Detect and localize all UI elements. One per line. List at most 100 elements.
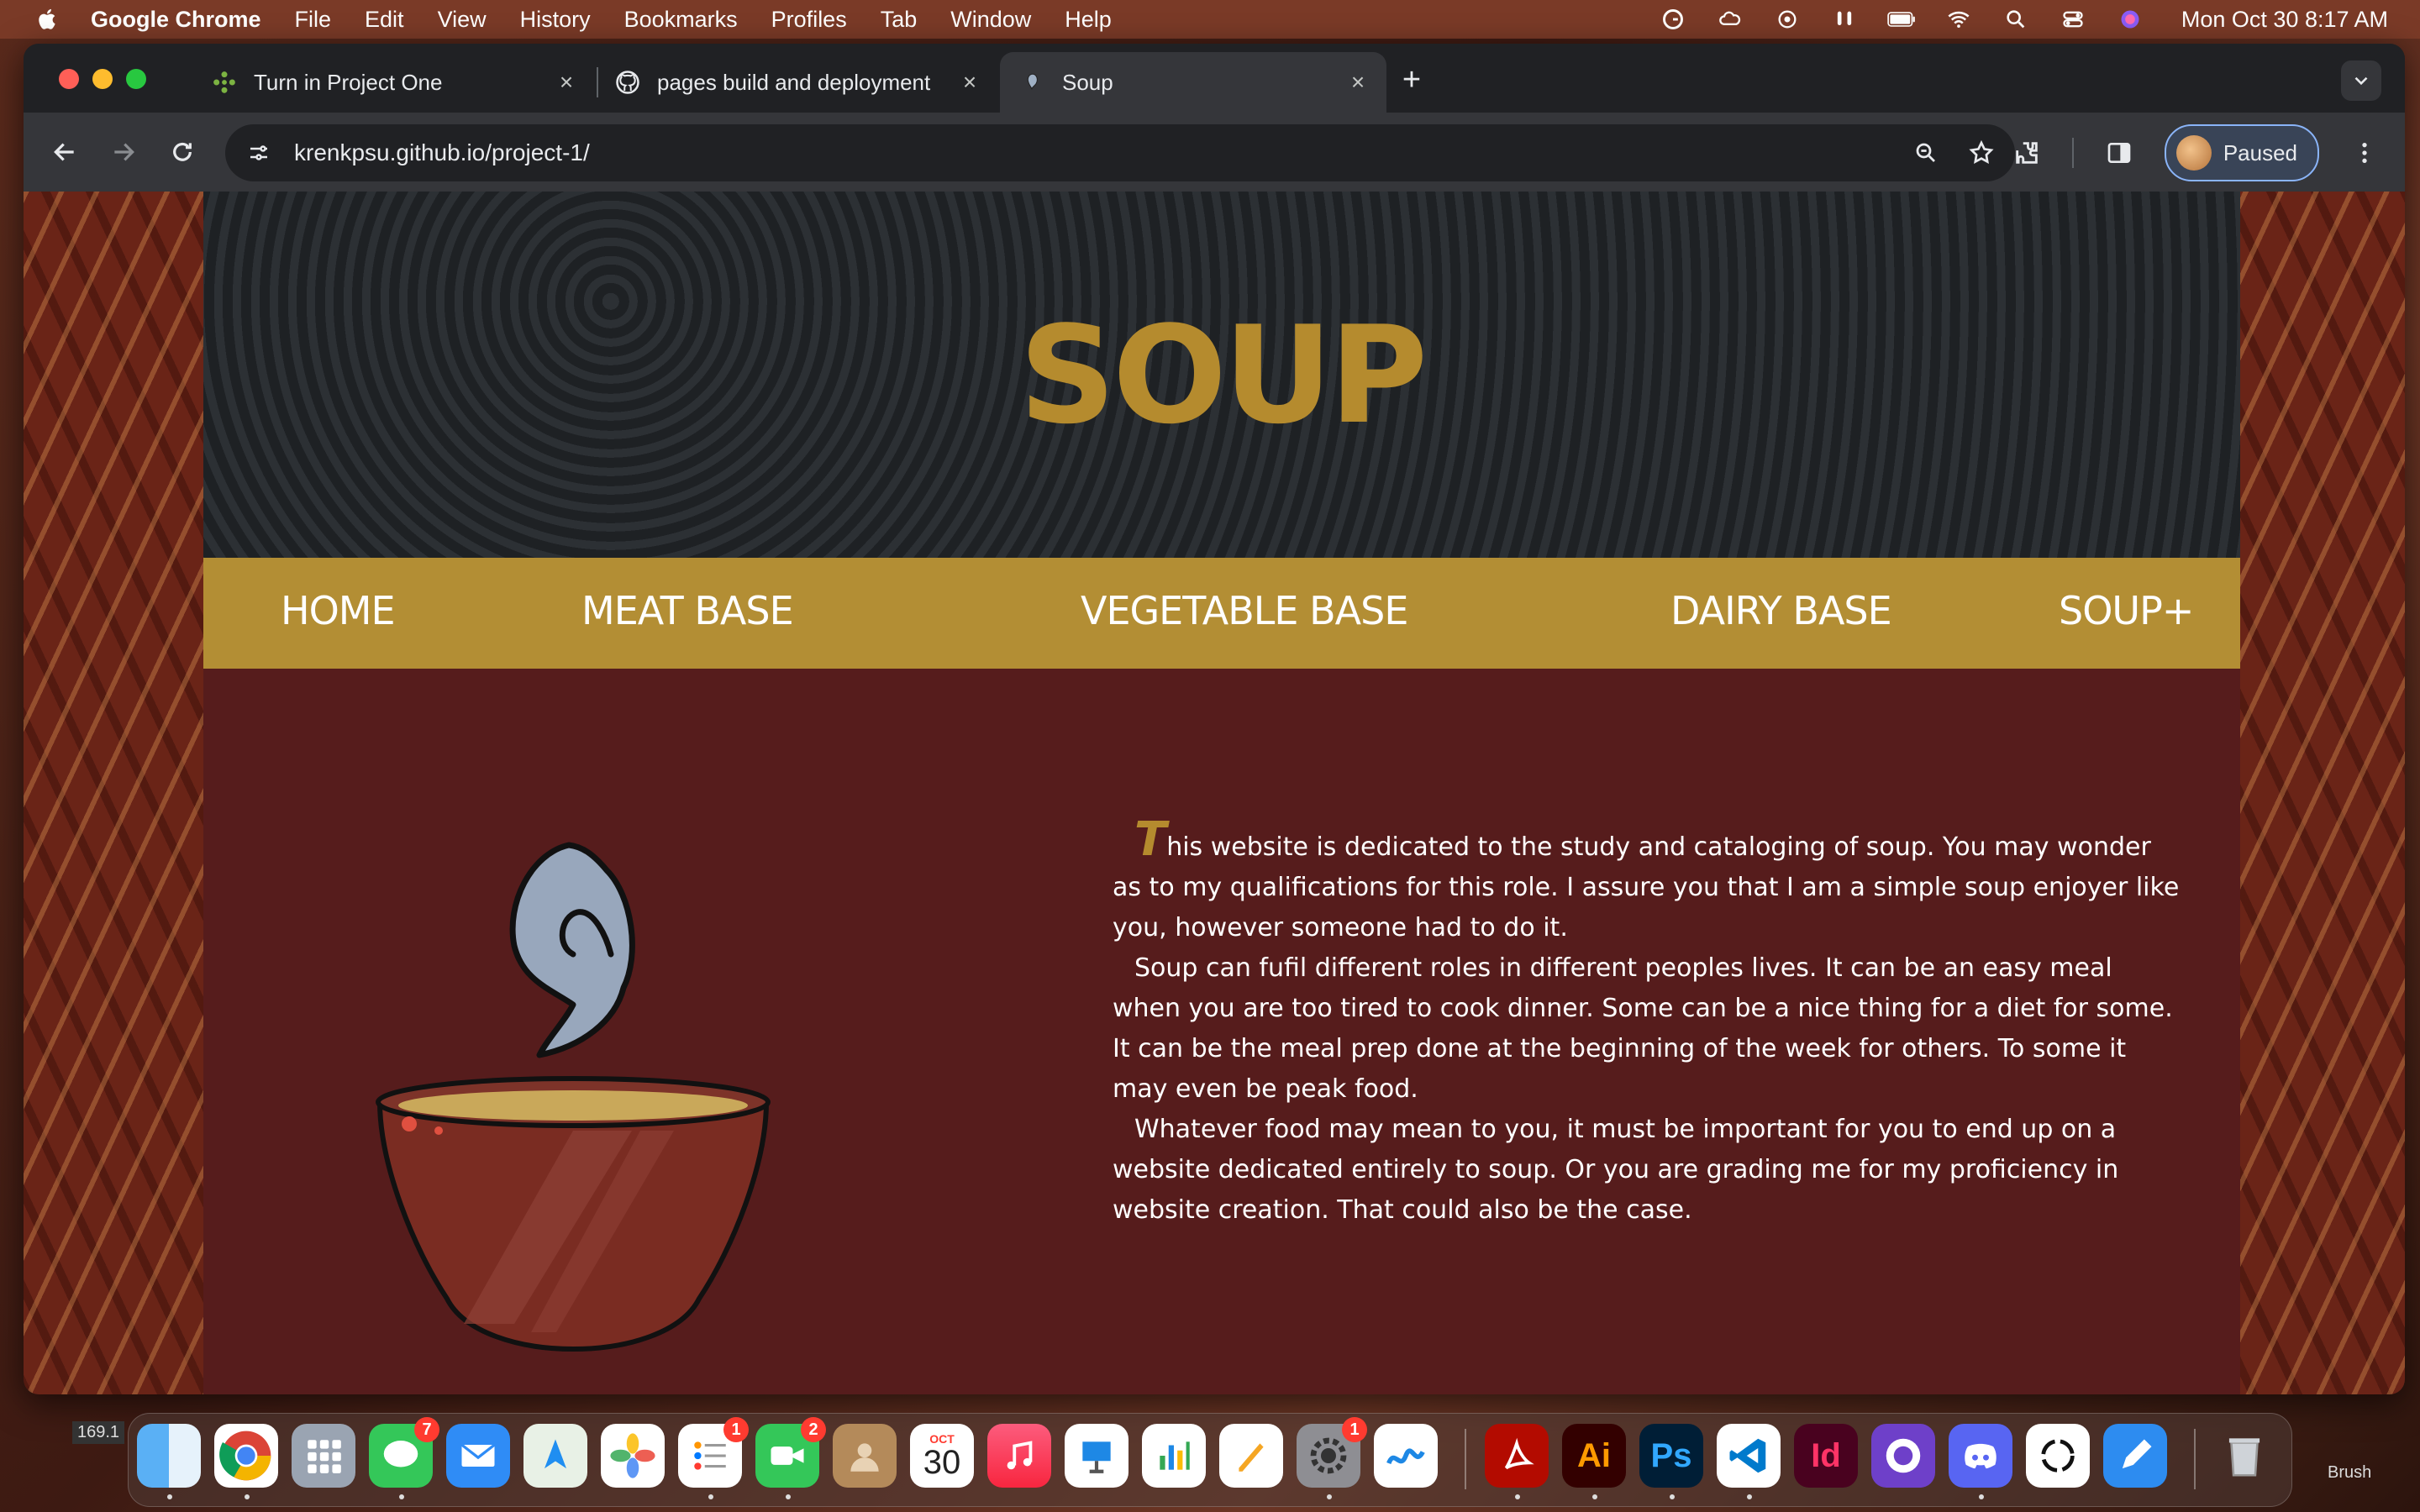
calendar-day: 30	[923, 1444, 961, 1481]
toolbar-divider	[2071, 138, 2074, 168]
launchpad-icon[interactable]	[292, 1424, 355, 1488]
page-viewport[interactable]: SOUP HOME MEAT BASE VEGETABLE BASE DAIRY…	[24, 192, 2405, 1394]
address-bar[interactable]	[225, 124, 2015, 181]
apple-icon[interactable]	[34, 5, 62, 34]
menu-bookmarks[interactable]: Bookmarks	[624, 7, 738, 33]
keynote-icon[interactable]	[1065, 1424, 1128, 1488]
messages-icon[interactable]: 7	[369, 1417, 439, 1499]
minimize-window-button[interactable]	[92, 69, 113, 89]
profile-button[interactable]: Paused	[2164, 124, 2319, 181]
menu-app-name[interactable]: Google Chrome	[91, 7, 261, 33]
tab-turn-in-project[interactable]: Turn in Project One ×	[192, 52, 595, 113]
back-button[interactable]	[45, 133, 84, 171]
reload-button[interactable]	[163, 133, 202, 171]
control-center-icon[interactable]	[2059, 8, 2087, 31]
vscode-icon[interactable]	[1717, 1424, 1781, 1499]
chrome-icon[interactable]	[214, 1424, 278, 1499]
calendar-icon[interactable]: OCT 30	[910, 1424, 974, 1488]
system-settings-icon[interactable]: 1	[1297, 1417, 1367, 1499]
menu-help[interactable]: Help	[1065, 7, 1112, 33]
spotlight-search-icon[interactable]	[2002, 8, 2030, 31]
photos-icon[interactable]	[601, 1424, 665, 1488]
menu-profiles[interactable]: Profiles	[771, 7, 847, 33]
side-panel-icon[interactable]	[2102, 136, 2136, 170]
menu-file[interactable]: File	[295, 7, 332, 33]
site-settings-icon[interactable]	[244, 138, 274, 168]
tab-soup[interactable]: Soup ×	[1000, 52, 1386, 113]
tab-search-button[interactable]	[2341, 60, 2381, 101]
illustrator-label: Ai	[1577, 1436, 1611, 1474]
menubar-status-area: Mon Oct 30 8:17 AM	[1659, 0, 2388, 39]
creative-cloud-icon[interactable]	[1716, 8, 1744, 31]
siri-icon[interactable]	[2116, 8, 2144, 31]
zoom-window-button[interactable]	[126, 69, 146, 89]
grammarly-icon[interactable]	[1659, 8, 1687, 31]
photoshop-icon[interactable]: Ps	[1639, 1424, 1703, 1499]
steam-icon[interactable]	[1773, 8, 1802, 31]
macos-menubar: Google Chrome File Edit View History Boo…	[0, 0, 2420, 39]
arrow-left-icon	[54, 143, 74, 161]
menu-view[interactable]: View	[438, 7, 487, 33]
menu-window[interactable]: Window	[950, 7, 1031, 33]
contacts-icon[interactable]	[833, 1424, 897, 1488]
indesign-label: Id	[1811, 1436, 1841, 1474]
freeform-icon[interactable]	[1374, 1424, 1438, 1488]
menu-edit[interactable]: Edit	[365, 7, 404, 33]
discord-icon[interactable]	[1949, 1424, 2012, 1499]
maps-icon[interactable]	[523, 1424, 587, 1488]
battery-icon[interactable]	[1887, 8, 1916, 31]
soup-bowl-illustration	[376, 842, 771, 1352]
menu-history[interactable]: History	[520, 7, 591, 33]
finder-icon[interactable]	[137, 1424, 201, 1499]
zoom-magnifier-icon[interactable]	[1911, 138, 1941, 168]
main-nav: HOME MEAT BASE VEGETABLE BASE DAIRY BASE…	[203, 558, 2240, 669]
mail-icon[interactable]	[446, 1424, 510, 1488]
numbers-icon[interactable]	[1142, 1424, 1206, 1488]
reminders-icon[interactable]: 1	[678, 1417, 749, 1499]
kebab-menu-icon[interactable]	[2348, 136, 2381, 170]
indesign-icon[interactable]: Id	[1794, 1424, 1858, 1488]
tab-pages-build[interactable]: pages build and deployment ×	[595, 52, 998, 113]
tab-close-icon[interactable]: ×	[1346, 71, 1370, 94]
extensions-puzzle-icon[interactable]	[2010, 136, 2044, 170]
nav-home[interactable]: HOME	[281, 588, 396, 633]
wifi-icon[interactable]	[1944, 8, 1973, 31]
profile-status-label: Paused	[2223, 139, 2297, 165]
intro-paragraph-1: This website is dedicated to the study a…	[1113, 816, 2180, 948]
nav-soup-plus[interactable]: SOUP+	[2059, 588, 2194, 633]
url-input[interactable]	[292, 139, 1808, 167]
intro-text: This website is dedicated to the study a…	[1113, 816, 2180, 1231]
intro-paragraph-3: Whatever food may mean to you, it must b…	[1113, 1115, 2119, 1225]
drop-cap: T	[1134, 812, 1167, 867]
chatgpt-icon[interactable]	[2026, 1424, 2090, 1488]
new-tab-button[interactable]: +	[1397, 64, 1427, 96]
canvas-lms-icon	[212, 70, 237, 95]
page-title: SOUP	[1018, 296, 1428, 454]
background-app-label: Brush	[2328, 1463, 2372, 1482]
github-desktop-icon[interactable]	[1871, 1424, 1935, 1488]
trash-icon[interactable]	[2212, 1424, 2276, 1488]
acrobat-icon[interactable]	[1485, 1424, 1549, 1499]
page-header: SOUP	[203, 192, 2240, 558]
bookmark-star-icon[interactable]	[1966, 138, 1996, 168]
facetime-icon[interactable]: 2	[755, 1417, 826, 1499]
tab-title: Turn in Project One	[254, 69, 443, 95]
chrome-window: Turn in Project One × pages build and de…	[24, 44, 2405, 1394]
pages-icon[interactable]	[1219, 1424, 1283, 1488]
airpods-icon[interactable]	[1830, 8, 1859, 31]
tab-close-icon[interactable]: ×	[958, 71, 981, 94]
music-icon[interactable]	[987, 1424, 1051, 1488]
forward-button[interactable]	[104, 133, 143, 171]
nav-vegetable-base[interactable]: VEGETABLE BASE	[1081, 588, 1408, 633]
messages-badge: 7	[414, 1417, 439, 1442]
sketchbook-pencil-icon[interactable]	[2103, 1424, 2167, 1488]
tab-title: pages build and deployment	[657, 69, 931, 95]
close-window-button[interactable]	[59, 69, 79, 89]
soup-page: SOUP HOME MEAT BASE VEGETABLE BASE DAIRY…	[203, 192, 2240, 1394]
menubar-clock[interactable]: Mon Oct 30 8:17 AM	[2181, 7, 2388, 33]
menu-tab[interactable]: Tab	[881, 7, 918, 33]
nav-meat-base[interactable]: MEAT BASE	[581, 588, 794, 633]
nav-dairy-base[interactable]: DAIRY BASE	[1670, 588, 1892, 633]
tab-close-icon[interactable]: ×	[555, 71, 578, 94]
illustrator-icon[interactable]: Ai	[1562, 1424, 1626, 1499]
